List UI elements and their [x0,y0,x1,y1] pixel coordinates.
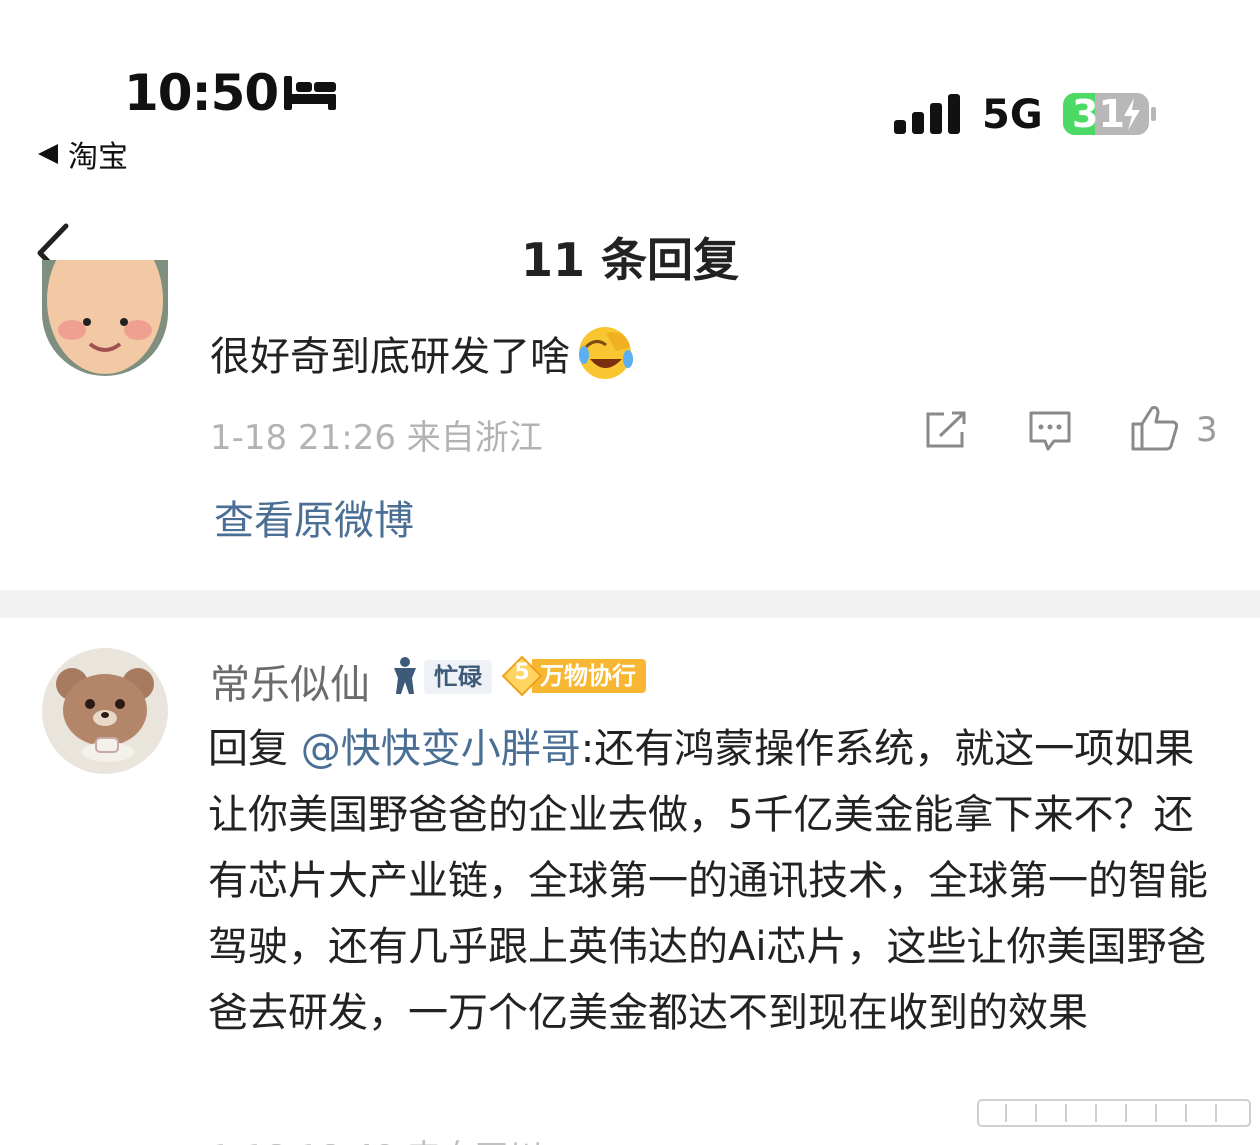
bear-avatar-icon [42,648,168,774]
like-count: 3 [1196,410,1218,450]
user-title-badge: 忙碌 [424,660,492,694]
page-title: 11 条回复 [520,233,740,287]
reply-body-text: :还有鸿蒙操作系统，就这一项如果让你美国野爸爸的企业去做，5千亿美金能拿下来不？… [208,726,1208,1036]
comment-text: 很好奇到底研发了啥 [210,324,634,382]
comment-meta: 1-18 18:49 来自四川 [210,1130,543,1145]
figure-badge-icon [394,657,416,694]
mention-link[interactable]: @快快变小胖哥 [301,726,581,772]
weibo-watermark-icon [977,1099,1251,1127]
back-to-app-link[interactable]: 淘宝 [38,132,128,176]
share-icon[interactable] [924,410,968,450]
level-badge: 5 万物协行 [501,655,646,697]
cartoon-face-icon [42,260,168,376]
battery-level: 31 [1072,92,1125,136]
avatar[interactable] [42,648,168,774]
status-time: 10:50 [124,64,279,122]
reply-prefix: 回复 [208,726,288,772]
thumbs-up-icon[interactable] [1130,404,1180,452]
network-type: 5G [982,92,1043,138]
view-original-post-link[interactable]: 查看原微博 [214,488,414,546]
sleep-focus-icon [284,76,336,110]
username[interactable]: 常乐似仙 [210,652,370,710]
avatar[interactable] [42,260,168,376]
reply-text: 回复 @快快变小胖哥:还有鸿蒙操作系统，就这一项如果让你美国野爸爸的企业去做，5… [208,716,1228,1046]
section-divider [0,590,1260,618]
level-label: 万物协行 [532,659,646,693]
comment-icon[interactable] [1028,410,1072,452]
level-number: 5 [514,660,530,685]
comment-text-body: 很好奇到底研发了啥 [210,334,570,380]
cellular-signal-icon [894,94,960,134]
back-triangle-icon [38,144,58,164]
laugh-cry-emoji-icon [579,327,633,379]
back-app-label: 淘宝 [68,140,128,175]
level-diamond-icon: 5 [501,655,543,697]
comment-meta: 1-18 21:26 来自浙江 [210,418,543,458]
